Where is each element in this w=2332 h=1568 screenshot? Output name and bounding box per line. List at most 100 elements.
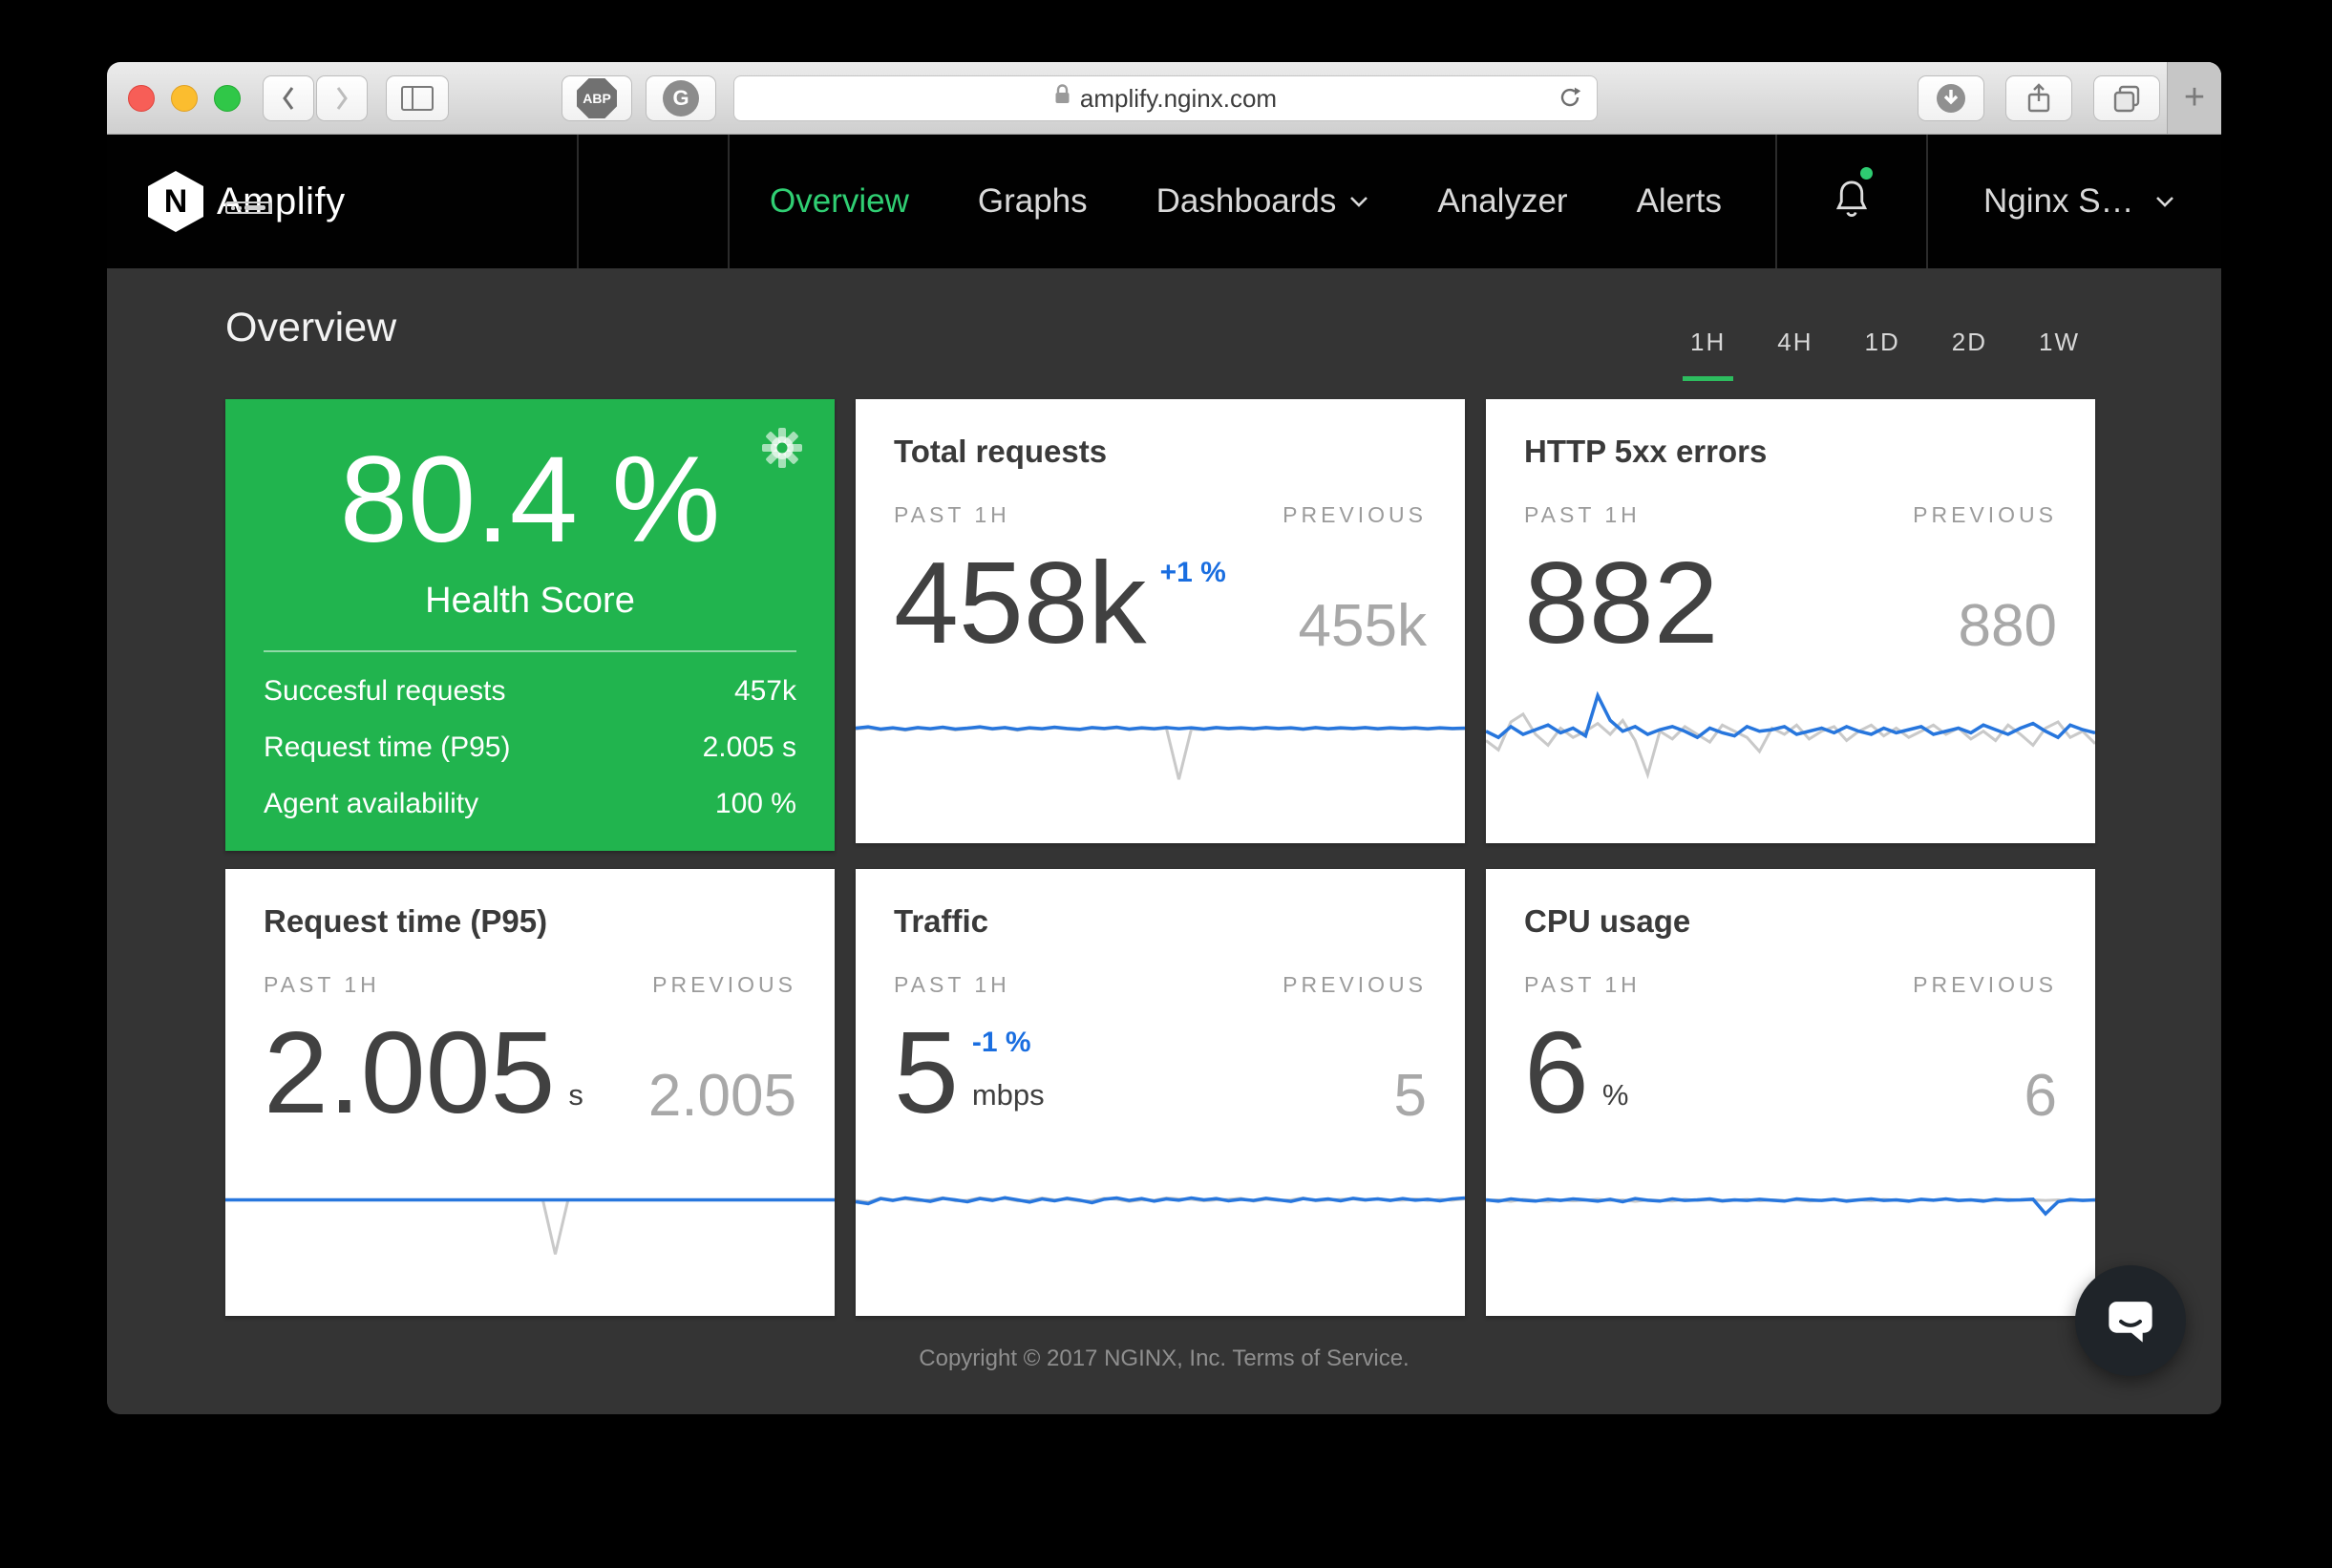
- close-window-button[interactable]: [128, 85, 155, 112]
- gear-icon: [760, 426, 804, 470]
- account-menu[interactable]: Nginx S…: [1928, 135, 2221, 268]
- metric-unit: %: [1602, 1078, 1629, 1112]
- notification-dot: [1860, 167, 1873, 180]
- past-label: PAST 1H: [894, 972, 1010, 998]
- chevron-down-icon: [1349, 196, 1368, 207]
- health-score-card: 80.4 % Health Score Succesful requests 4…: [225, 399, 835, 851]
- time-range-1h[interactable]: 1H: [1683, 328, 1733, 381]
- past-label: PAST 1H: [1524, 502, 1641, 528]
- tabs-icon: [2112, 84, 2141, 113]
- stat-label: Request time (P95): [264, 731, 510, 764]
- adblock-button[interactable]: ABP: [562, 75, 632, 121]
- metric-previous-value: 5: [1394, 1073, 1427, 1119]
- chat-bubble-icon: [2103, 1293, 2158, 1348]
- time-range-2d[interactable]: 2D: [1944, 328, 1995, 381]
- time-range-1w[interactable]: 1W: [2031, 328, 2088, 381]
- forward-button[interactable]: [316, 75, 368, 121]
- nav-item-analyzer[interactable]: Analyzer: [1437, 182, 1567, 221]
- metric-delta: +1 %: [1160, 557, 1226, 589]
- sparkline-chart: [856, 1144, 1465, 1268]
- downloads-button[interactable]: [1918, 75, 1984, 121]
- adblock-icon: ABP: [577, 78, 617, 118]
- stat-value: 2.005 s: [703, 731, 796, 764]
- stat-value: 100 %: [715, 788, 796, 820]
- tabs-overview-button[interactable]: [2093, 75, 2160, 121]
- card-title: Total requests: [894, 434, 1427, 470]
- url-text: amplify.nginx.com: [1080, 84, 1277, 114]
- notifications-button[interactable]: [1777, 135, 1926, 268]
- chat-widget-button[interactable]: [2075, 1265, 2186, 1376]
- metric-previous-value: 6: [2025, 1073, 2057, 1119]
- stat-value: 457k: [734, 675, 796, 708]
- card-title: CPU usage: [1524, 903, 2057, 940]
- stat-label: Agent availability: [264, 788, 478, 820]
- browser-toolbar: ABP G amplify.nginx.com +: [107, 62, 2221, 135]
- nav-item-alerts[interactable]: Alerts: [1637, 182, 1722, 221]
- dashboard-content: Overview 1H 4H 1D 2D 1W: [107, 268, 2221, 1414]
- plus-icon: +: [2184, 77, 2205, 118]
- window-controls: [128, 62, 241, 134]
- card-title: Request time (P95): [264, 903, 796, 940]
- new-tab-button[interactable]: +: [2167, 62, 2221, 134]
- health-stat-row: Succesful requests 457k: [264, 675, 796, 708]
- previous-label: PREVIOUS: [1283, 502, 1427, 528]
- brand[interactable]: N Amplify: [107, 135, 577, 268]
- metric-value: 458k: [894, 557, 1147, 650]
- page-title: Overview: [225, 305, 396, 351]
- address-bar[interactable]: amplify.nginx.com: [733, 75, 1598, 121]
- health-score-value: 80.4 %: [225, 439, 835, 562]
- zoom-window-button[interactable]: [214, 85, 241, 112]
- sparkline-chart: [225, 1144, 835, 1268]
- copyright-footer: Copyright © 2017 NGINX, Inc. Terms of Se…: [107, 1346, 2221, 1372]
- reload-icon: [1557, 84, 1583, 111]
- request-time-card: Request time (P95) PAST 1H PREVIOUS 2.00…: [225, 869, 835, 1316]
- metric-unit: mbps: [972, 1078, 1045, 1112]
- health-stat-row: Agent availability 100 %: [264, 788, 796, 820]
- metric-value: 882: [1524, 557, 1719, 650]
- reload-button[interactable]: [1557, 84, 1583, 117]
- previous-label: PREVIOUS: [1283, 972, 1427, 998]
- past-label: PAST 1H: [1524, 972, 1641, 998]
- ghostery-icon: G: [663, 80, 699, 117]
- card-title: Traffic: [894, 903, 1427, 940]
- sparkline-chart: [1486, 672, 2095, 796]
- nav-links: Overview Graphs Dashboards Analyzer Aler…: [730, 135, 1775, 268]
- metric-value: 5: [894, 1027, 959, 1120]
- download-icon: [1935, 82, 1967, 115]
- back-icon: [281, 85, 296, 112]
- sparkline-chart: [856, 672, 1465, 796]
- ghostery-button[interactable]: G: [646, 75, 716, 121]
- sidebar-button[interactable]: [386, 75, 449, 121]
- nav-item-overview[interactable]: Overview: [770, 182, 909, 221]
- metric-unit: s: [568, 1078, 583, 1112]
- account-label: Nginx S…: [1983, 182, 2134, 221]
- metric-previous-value: 455k: [1299, 604, 1427, 649]
- time-range-selector: 1H 4H 1D 2D 1W: [1683, 328, 2088, 381]
- metric-value: 6: [1524, 1027, 1589, 1120]
- nav-item-graphs[interactable]: Graphs: [978, 182, 1088, 221]
- metric-previous-value: 880: [1959, 604, 2057, 649]
- nav-item-dashboards[interactable]: Dashboards: [1156, 182, 1369, 221]
- past-label: PAST 1H: [894, 502, 1010, 528]
- stat-label: Succesful requests: [264, 675, 505, 708]
- traffic-card: Traffic PAST 1H PREVIOUS 5 -1 % mbps 5: [856, 869, 1465, 1316]
- health-score-label: Health Score: [225, 581, 835, 622]
- share-button[interactable]: [2005, 75, 2072, 121]
- metric-previous-value: 2.005: [648, 1073, 796, 1119]
- cpu-usage-card: CPU usage PAST 1H PREVIOUS 6 % 6: [1486, 869, 2095, 1316]
- previous-label: PREVIOUS: [1913, 502, 2057, 528]
- minimize-window-button[interactable]: [171, 85, 198, 112]
- metric-delta: -1 %: [972, 1027, 1045, 1059]
- time-range-1d[interactable]: 1D: [1857, 328, 1908, 381]
- http-5xx-errors-card: HTTP 5xx errors PAST 1H PREVIOUS 882 880: [1486, 399, 2095, 843]
- lock-icon: [1054, 83, 1071, 113]
- nginx-logo-icon: N: [148, 171, 203, 232]
- settings-gear-button[interactable]: [760, 426, 804, 475]
- health-card-divider: [264, 650, 796, 652]
- servers-button[interactable]: [579, 135, 728, 268]
- health-stat-row: Request time (P95) 2.005 s: [264, 731, 796, 764]
- browser-window: ABP G amplify.nginx.com + N: [107, 62, 2221, 1414]
- app-nav: N Amplify Overview Graphs Dashboards Ana…: [107, 135, 2221, 268]
- back-button[interactable]: [263, 75, 314, 121]
- time-range-4h[interactable]: 4H: [1770, 328, 1820, 381]
